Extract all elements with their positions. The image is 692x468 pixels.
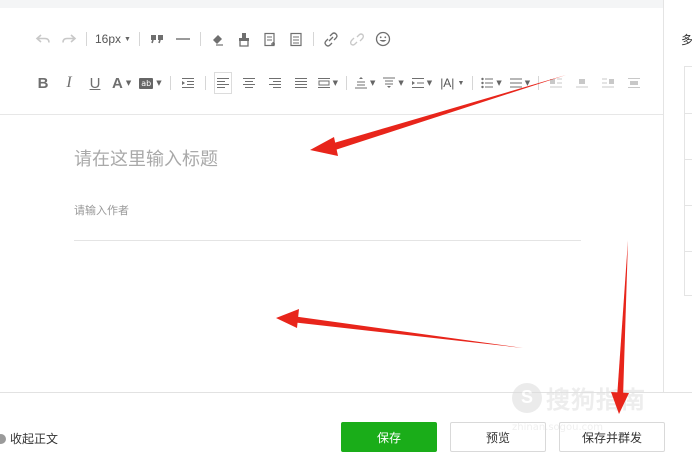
chevron-down-icon: ▼ (496, 79, 502, 87)
toolbar-row-2: B I U A ▼ ab ▼ ▼ ▼ ▼ ▼ |A| ▼ ▼ ▼ (34, 71, 651, 95)
toolbar-separator (86, 32, 87, 46)
link-icon[interactable] (322, 28, 340, 50)
chevron-down-icon: ▼ (332, 79, 339, 87)
background-color-button[interactable]: ab ▼ (139, 72, 162, 94)
chevron-down-icon: ▼ (524, 79, 531, 87)
list-item-divider (685, 159, 692, 160)
font-size-value: 16px (95, 32, 122, 46)
underline-button[interactable]: U (86, 72, 104, 94)
toolbar-separator (138, 32, 140, 46)
list-item-divider (685, 251, 692, 252)
unordered-list-button[interactable]: ▼ (481, 72, 502, 94)
list-item-divider (685, 205, 692, 206)
line-height-button[interactable]: ▼ (355, 72, 375, 94)
align-justify-icon[interactable] (292, 72, 310, 94)
field-divider (74, 240, 581, 241)
save-button[interactable]: 保存 (341, 422, 437, 452)
insert-doc-icon[interactable] (261, 28, 279, 50)
quote-icon[interactable] (148, 28, 166, 50)
ordered-list-button[interactable]: ▼ (509, 72, 531, 94)
align-center-icon[interactable] (240, 72, 258, 94)
collapse-icon (0, 433, 6, 444)
top-strip (0, 0, 664, 8)
font-color-button[interactable]: A ▼ (112, 72, 131, 94)
watermark: S 搜狗指南 zhinan.sogou.com (512, 380, 646, 433)
float-right-icon[interactable] (599, 72, 617, 94)
watermark-text: 搜狗指南 (546, 386, 646, 414)
format-painter-icon[interactable] (235, 28, 253, 50)
toolbar-separator (312, 32, 314, 46)
chevron-down-icon: ▼ (370, 79, 376, 87)
chevron-down-icon: ▼ (125, 79, 132, 87)
collapse-body-toggle[interactable]: 收起正文 (0, 430, 58, 447)
float-left-icon[interactable] (547, 72, 565, 94)
toolbar-divider (0, 114, 664, 115)
chevron-down-icon: ▼ (398, 79, 404, 87)
collapse-label: 收起正文 (10, 432, 59, 446)
watermark-logo: S (512, 382, 542, 413)
title-input[interactable] (74, 145, 494, 173)
float-none-icon[interactable] (573, 72, 591, 94)
paragraph-format-button[interactable]: ▼ (317, 72, 339, 94)
toolbar-separator (199, 32, 201, 46)
toolbar-separator (204, 76, 206, 90)
toolbar-separator (346, 76, 348, 90)
letter-spacing-button[interactable]: |A| ▼ (440, 72, 464, 94)
background-color-glyph: ab (139, 77, 154, 89)
chevron-down-icon: ▼ (457, 79, 465, 87)
list-item-divider (685, 113, 692, 114)
chevron-down-icon: ▼ (156, 79, 162, 87)
float-center-icon[interactable] (625, 72, 643, 94)
indent-size-button[interactable]: ▼ (411, 72, 433, 94)
bold-button[interactable]: B (34, 72, 52, 94)
font-size-select[interactable]: 16px ▼ (95, 28, 131, 50)
emoji-icon[interactable] (374, 28, 392, 50)
toolbar-separator (169, 76, 171, 90)
side-panel-list (684, 66, 692, 296)
paragraph-spacing-button[interactable]: ▼ (383, 72, 404, 94)
watermark-url: zhinan.sogou.com (512, 422, 604, 433)
align-left-icon[interactable] (213, 72, 232, 94)
undo-icon[interactable] (34, 28, 52, 50)
chevron-down-icon: ▼ (124, 35, 131, 43)
toolbar-row-1: 16px ▼ (34, 27, 400, 51)
eraser-icon[interactable] (209, 28, 227, 50)
template-icon[interactable] (287, 28, 305, 50)
side-panel-label: 多 (681, 33, 692, 47)
letter-spacing-glyph: |A| (440, 76, 455, 90)
chevron-down-icon: ▼ (426, 79, 433, 87)
redo-icon[interactable] (60, 28, 78, 50)
toolbar-separator (538, 76, 540, 90)
content-editor[interactable] (74, 246, 581, 386)
indent-icon[interactable] (179, 72, 197, 94)
font-color-glyph: A (112, 74, 123, 92)
align-right-icon[interactable] (266, 72, 284, 94)
toolbar-separator (472, 76, 474, 90)
author-input[interactable] (74, 200, 374, 220)
italic-button[interactable]: I (60, 72, 78, 94)
horizontal-rule-icon[interactable] (174, 28, 192, 50)
unlink-icon[interactable] (348, 28, 366, 50)
